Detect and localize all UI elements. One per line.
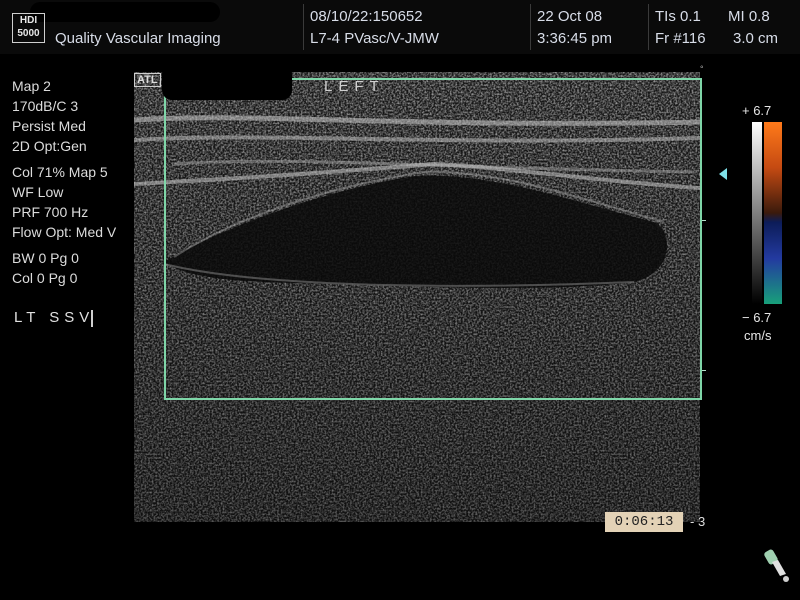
annotation-label: LT SSV xyxy=(14,309,95,327)
param-wall-filter: WF Low xyxy=(12,184,64,200)
tis-value: TIs 0.1 xyxy=(655,8,701,25)
param-bw: BW 0 Pg 0 xyxy=(12,250,79,266)
hdi-logo: HDI 5000 xyxy=(12,13,45,43)
depth-marker-top: ◦ xyxy=(700,62,704,73)
atl-logo: ATL xyxy=(134,73,161,87)
redacted-patient-name xyxy=(30,2,220,22)
color-box-depth-tick xyxy=(702,220,706,221)
param-2d-opt: 2D Opt:Gen xyxy=(12,138,87,154)
header-divider xyxy=(648,4,649,50)
logo-line1: HDI xyxy=(19,15,38,26)
exam-date: 22 Oct 08 xyxy=(537,8,603,25)
probe-icon xyxy=(764,549,789,582)
side-label: LEFT xyxy=(324,78,385,95)
param-flow-opt: Flow Opt: Med V xyxy=(12,224,117,240)
depth-label: 3 xyxy=(697,514,706,529)
color-box-depth-tick xyxy=(702,370,706,371)
mi-value: MI 0.8 xyxy=(728,8,770,25)
institution-name: Quality Vascular Imaging xyxy=(55,30,221,47)
param-persist: Persist Med xyxy=(12,118,86,134)
param-map: Map 2 xyxy=(12,78,51,94)
annotation-text: LT SSV xyxy=(14,309,95,326)
text-cursor-icon xyxy=(91,309,94,327)
study-id: 08/10/22:150652 xyxy=(310,8,423,25)
preset-name: L7-4 PVasc/V-JMW xyxy=(310,30,439,47)
header-bar: HDI 5000 Quality Vascular Imaging 08/10/… xyxy=(0,0,800,54)
logo-line2: 5000 xyxy=(17,28,40,39)
param-prf: PRF 700 Hz xyxy=(12,204,89,220)
grayscale-bar xyxy=(752,122,762,304)
param-color-gain: Col 71% Map 5 xyxy=(12,164,108,180)
param-col: Col 0 Pg 0 xyxy=(12,270,78,286)
parameter-panel: Map 2 170dB/C 3 Persist Med 2D Opt:Gen C… xyxy=(12,76,116,288)
cine-timer: 0:06:13 xyxy=(605,512,683,532)
param-dynamic-range: 170dB/C 3 xyxy=(12,98,79,114)
scale-unit: cm/s xyxy=(744,328,772,343)
depth-value: 3.0 cm xyxy=(733,30,779,47)
frame-number: Fr #116 xyxy=(655,30,706,47)
redacted-field xyxy=(162,64,292,100)
scale-bottom-value: − 6.7 xyxy=(742,310,772,325)
color-velocity-bar xyxy=(764,122,782,304)
scale-top-value: + 6.7 xyxy=(742,103,772,118)
header-divider xyxy=(303,4,304,50)
depth-marker-arrow-icon xyxy=(719,168,727,180)
header-divider xyxy=(530,4,531,50)
depth-marker-bottom: - 3 xyxy=(690,514,706,529)
color-doppler-box[interactable] xyxy=(164,78,702,400)
exam-time: 3:36:45 pm xyxy=(537,30,613,47)
